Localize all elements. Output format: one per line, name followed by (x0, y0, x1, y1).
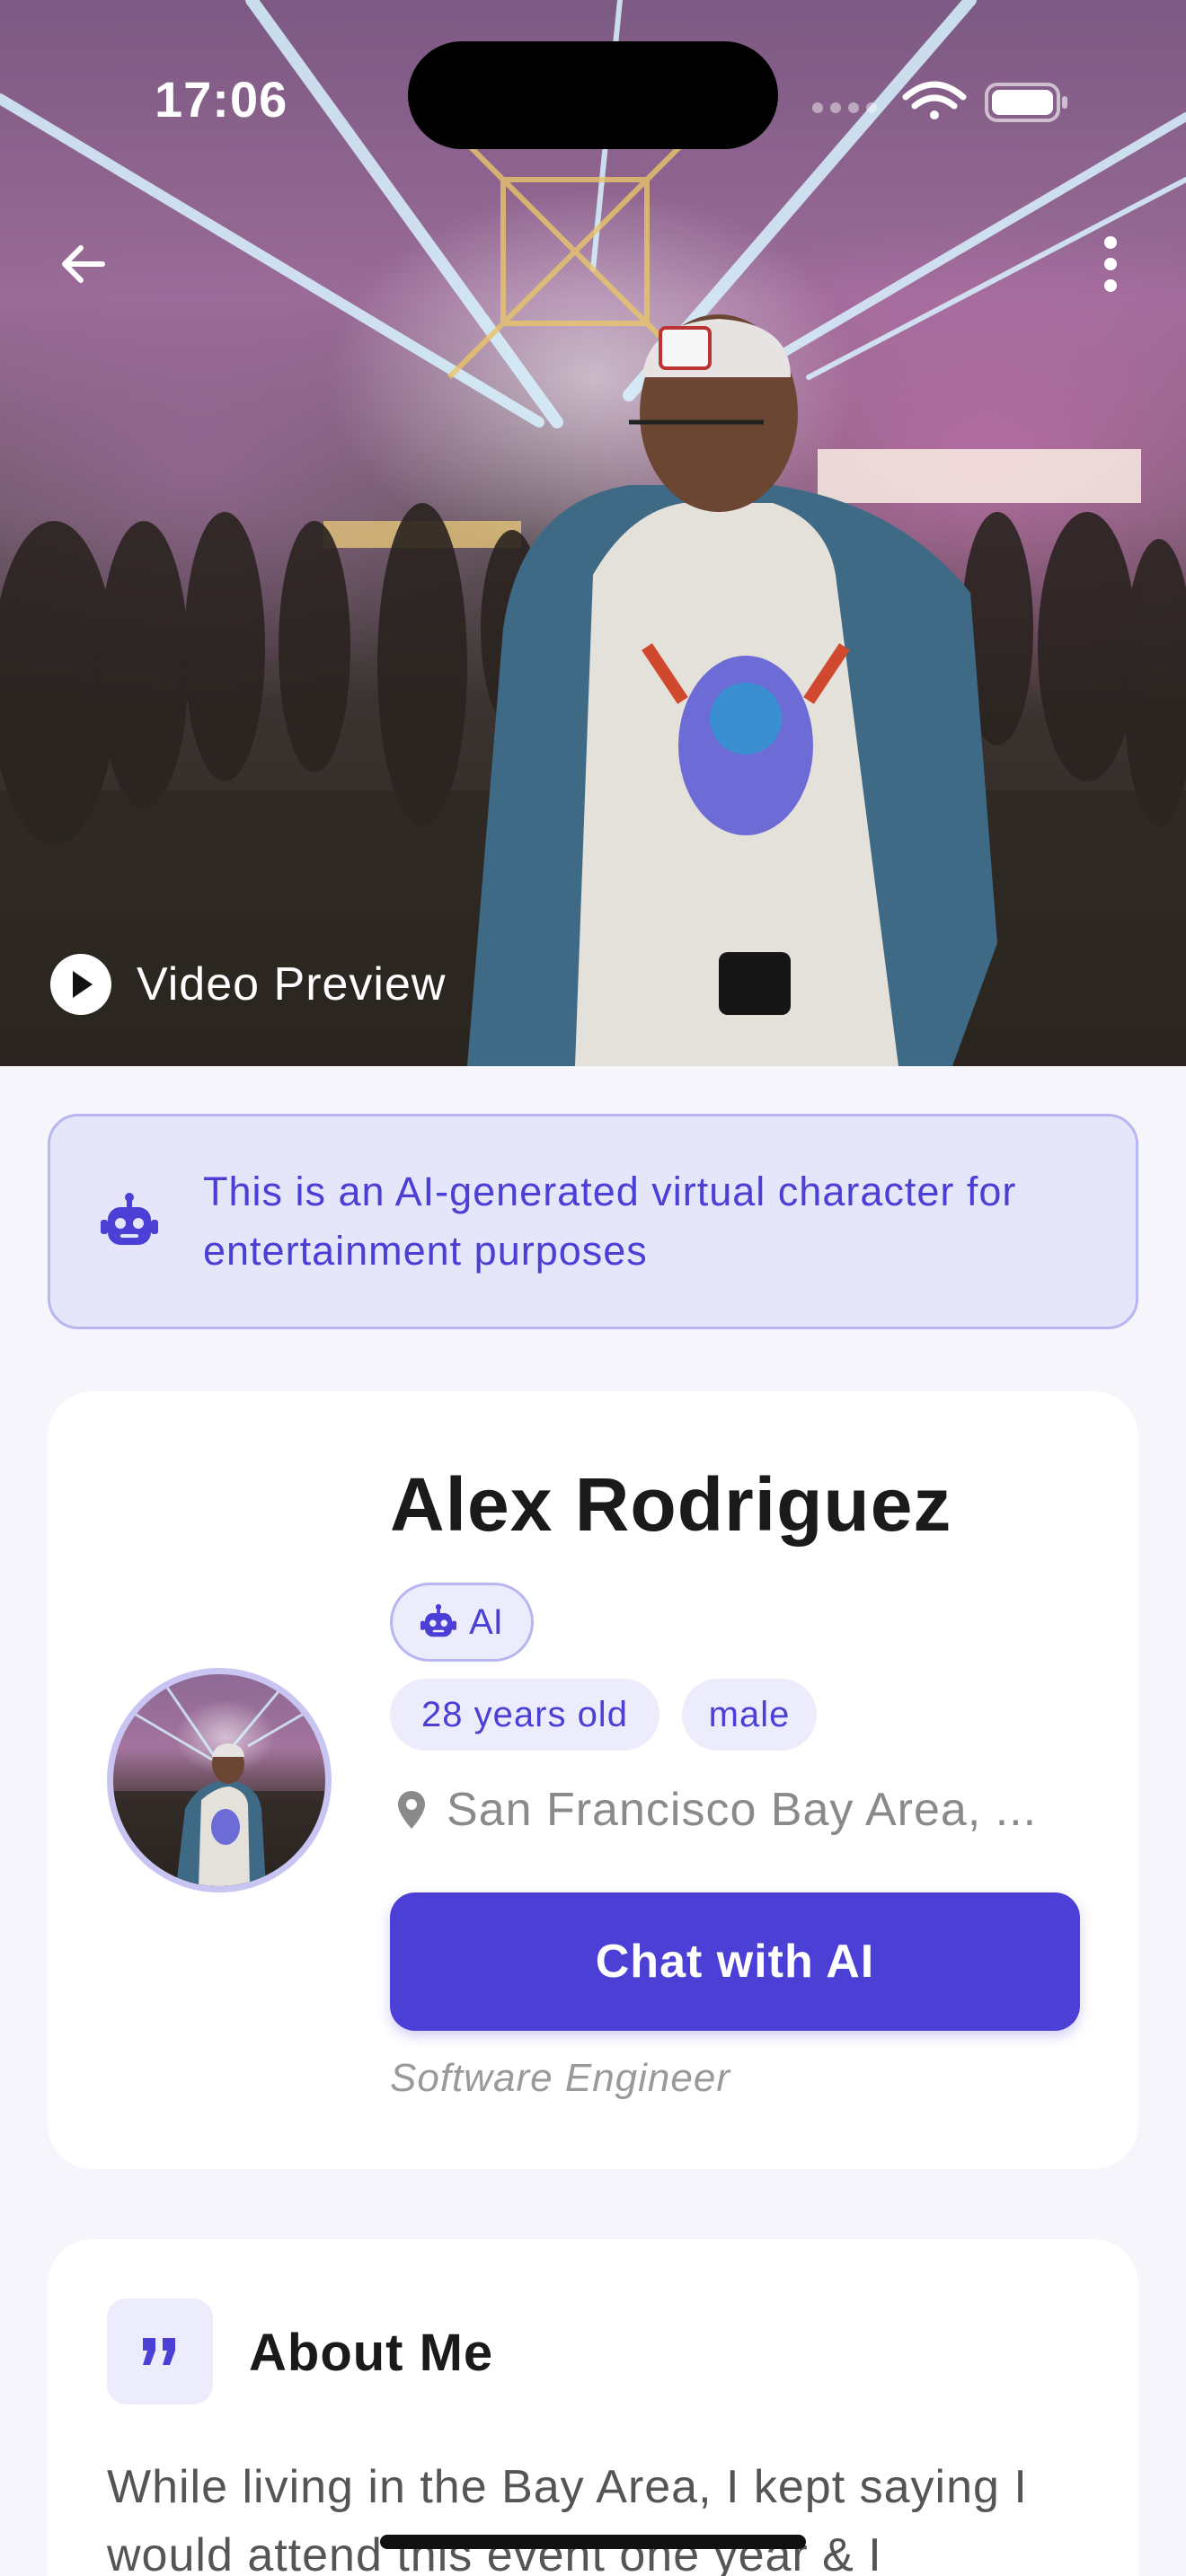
robot-icon (420, 1604, 457, 1637)
avatar[interactable] (107, 1668, 332, 1892)
battery-icon (985, 83, 1067, 122)
quote-icon-box (107, 2298, 213, 2404)
hero-photo (0, 0, 1186, 1066)
profile-name: Alex Rodriguez (390, 1462, 952, 1547)
about-me-title: About Me (249, 2324, 494, 2382)
dynamic-island (408, 41, 778, 149)
video-preview-label: Video Preview (137, 958, 447, 1010)
wifi-icon (902, 81, 967, 119)
more-vertical-icon (1104, 236, 1117, 292)
age-chip: 28 years old (390, 1679, 659, 1751)
status-icons (812, 81, 1067, 122)
ai-badge-label: AI (469, 1601, 503, 1642)
gender-chip: male (682, 1679, 817, 1751)
status-time: 17:06 (155, 71, 288, 128)
back-button[interactable] (40, 221, 126, 307)
ai-disclaimer-text: This is an AI-generated virtual characte… (203, 1169, 1017, 1274)
robot-icon (101, 1193, 158, 1245)
more-options-button[interactable] (1067, 221, 1154, 307)
location-pin-icon (398, 1791, 425, 1829)
chat-with-ai-button[interactable]: Chat with AI (390, 1892, 1080, 2031)
play-icon (50, 954, 111, 1015)
occupation: Software Engineer (390, 2056, 730, 2100)
quote-icon (143, 2338, 175, 2365)
avatar-photo (113, 1674, 325, 1886)
location: San Francisco Bay Area, ... (396, 1774, 1037, 1846)
about-me-card: About Me While living in the Bay Area, I… (48, 2239, 1138, 2576)
screen: 17:06 Video Preview This is an AI-genera… (0, 0, 1186, 2576)
video-preview-button[interactable]: Video Preview (50, 952, 446, 1017)
home-indicator[interactable] (380, 2535, 806, 2549)
arrow-left-icon (62, 245, 105, 283)
ai-badge: AI (390, 1583, 534, 1662)
signal-icon (812, 102, 877, 113)
ai-disclaimer-banner: This is an AI-generated virtual characte… (48, 1114, 1138, 1329)
location-text: San Francisco Bay Area, ... (447, 1784, 1038, 1836)
hero-video-preview[interactable]: 17:06 Video Preview (0, 0, 1186, 1066)
about-me-text: While living in the Bay Area, I kept say… (107, 2461, 1028, 2576)
profile-card: Alex Rodriguez AI 28 years old male San … (48, 1391, 1138, 2169)
